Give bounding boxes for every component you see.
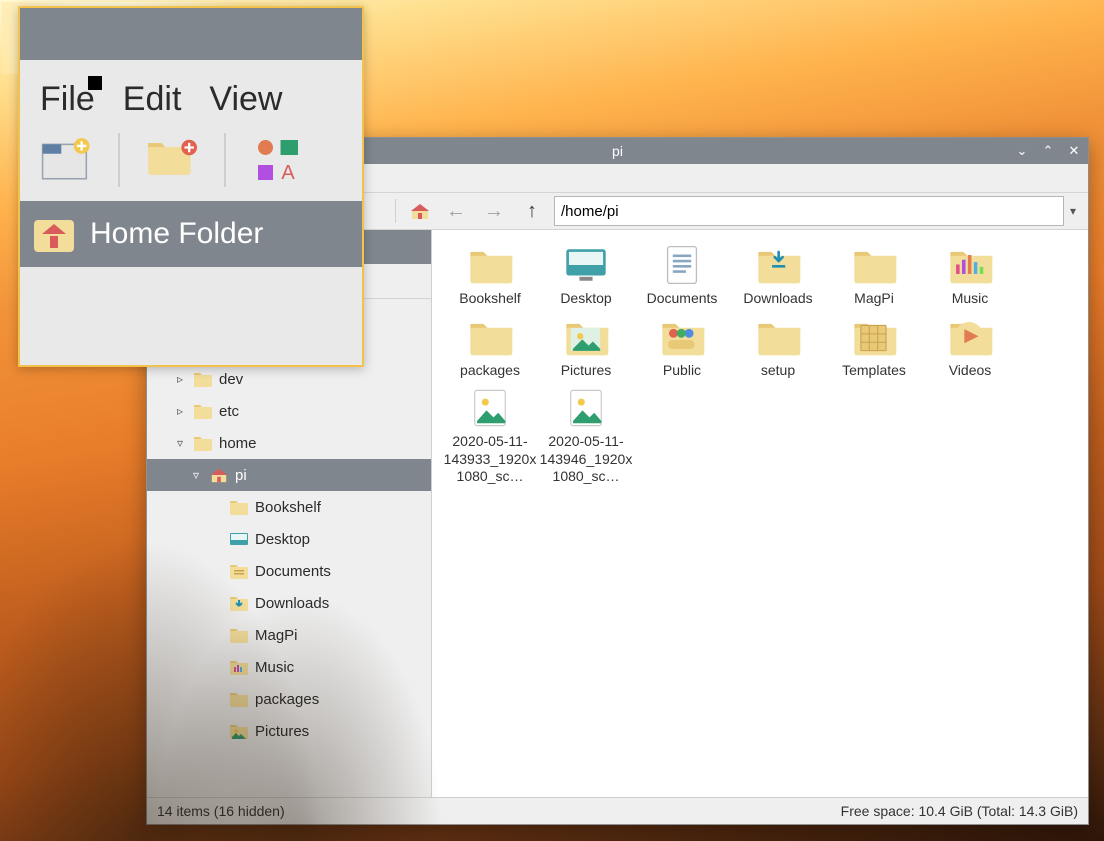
- tree-desktop[interactable]: Desktop: [147, 523, 431, 555]
- tree-downloads[interactable]: Downloads: [147, 587, 431, 619]
- tree-documents[interactable]: Documents: [147, 555, 431, 587]
- maximize-icon[interactable]: ⌃: [1040, 143, 1056, 159]
- zoom-menu-edit[interactable]: Edit: [123, 80, 182, 119]
- item-templates[interactable]: Templates: [826, 316, 922, 380]
- nav-forward-icon[interactable]: →: [478, 200, 510, 223]
- new-tab-icon[interactable]: [38, 135, 94, 185]
- minimize-icon[interactable]: ⌄: [1014, 143, 1030, 159]
- zoom-menu-view[interactable]: View: [209, 80, 282, 119]
- home-icon: [32, 214, 76, 254]
- toolbar-separator: [224, 133, 226, 187]
- item-screenshot-1[interactable]: 2020-05-11-143933_1920x1080_sc…: [442, 387, 538, 486]
- new-folder-icon[interactable]: [144, 135, 200, 185]
- item-magpi[interactable]: MagPi: [826, 244, 922, 308]
- status-items: 14 items (16 hidden): [157, 803, 285, 819]
- zoom-toolbar: A: [20, 127, 362, 201]
- tree-music[interactable]: Music: [147, 651, 431, 683]
- zoom-menu-file[interactable]: File: [40, 80, 95, 119]
- item-music[interactable]: Music: [922, 244, 1018, 308]
- view-icons-icon[interactable]: A: [250, 135, 306, 185]
- path-dropdown-icon[interactable]: ▾: [1064, 204, 1082, 218]
- item-documents[interactable]: Documents: [634, 244, 730, 308]
- tree-pi[interactable]: ▿pi: [147, 459, 431, 491]
- item-screenshot-2[interactable]: 2020-05-11-143946_1920x1080_sc…: [538, 387, 634, 486]
- svg-text:A: A: [281, 162, 295, 184]
- toolbar-separator: [395, 199, 396, 223]
- toolbar-separator: [118, 133, 120, 187]
- close-icon[interactable]: ✕: [1066, 143, 1082, 159]
- tree-magpi[interactable]: MagPi: [147, 619, 431, 651]
- nav-up-icon[interactable]: ↑: [516, 200, 548, 223]
- item-desktop[interactable]: Desktop: [538, 244, 634, 308]
- zoom-titlebar: [20, 8, 362, 60]
- directory-tree[interactable]: bin ▹boot ▹dev ▹etc ▿home ▿pi Bookshelf …: [147, 299, 431, 797]
- tree-bookshelf[interactable]: Bookshelf: [147, 491, 431, 523]
- path-input[interactable]: [554, 196, 1064, 226]
- item-public[interactable]: Public: [634, 316, 730, 380]
- item-setup[interactable]: setup: [730, 316, 826, 380]
- home-button[interactable]: [406, 197, 434, 225]
- zoom-overlay: File Edit View A Home Folder: [18, 6, 364, 367]
- item-pictures[interactable]: Pictures: [538, 316, 634, 380]
- item-videos[interactable]: Videos: [922, 316, 1018, 380]
- nav-back-icon[interactable]: ←: [440, 200, 472, 223]
- status-free-space: Free space: 10.4 GiB (Total: 14.3 GiB): [841, 803, 1078, 819]
- zoom-home-label: Home Folder: [90, 217, 263, 251]
- zoom-home-folder[interactable]: Home Folder: [20, 201, 362, 267]
- statusbar: 14 items (16 hidden) Free space: 10.4 Gi…: [147, 797, 1088, 824]
- tree-dev[interactable]: ▹dev: [147, 363, 431, 395]
- cursor-marker-icon: [88, 76, 102, 90]
- window-title: pi: [612, 143, 623, 159]
- item-packages[interactable]: packages: [442, 316, 538, 380]
- tree-packages[interactable]: packages: [147, 683, 431, 715]
- zoom-menubar: File Edit View: [20, 60, 362, 127]
- tree-pictures[interactable]: Pictures: [147, 715, 431, 747]
- tree-home[interactable]: ▿home: [147, 427, 431, 459]
- item-downloads[interactable]: Downloads: [730, 244, 826, 308]
- item-bookshelf[interactable]: Bookshelf: [442, 244, 538, 308]
- content-pane[interactable]: Bookshelf Desktop Documents Downloads Ma…: [432, 230, 1088, 797]
- tree-etc[interactable]: ▹etc: [147, 395, 431, 427]
